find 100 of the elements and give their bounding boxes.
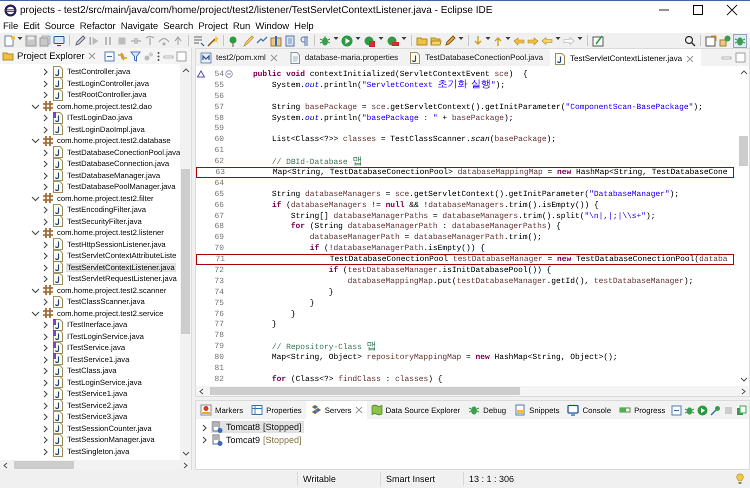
maximize-icon[interactable] (692, 4, 704, 16)
scroll-thumb[interactable] (181, 169, 190, 334)
menu-item[interactable]: File (3, 20, 18, 32)
run-external-icon[interactable] (386, 34, 399, 46)
eclipse-logo-icon (4, 4, 17, 16)
menu-item[interactable]: Source (44, 20, 75, 32)
chevron-down-icon[interactable] (31, 102, 40, 111)
list-icon[interactable] (193, 34, 205, 46)
java-class-icon (52, 272, 64, 285)
run-tools-icon[interactable] (363, 34, 376, 46)
java-class-icon (52, 88, 64, 101)
editor-tab[interactable]: database-maria.properties (284, 49, 406, 66)
chevron-down-icon[interactable] (31, 228, 40, 238)
editor-tab[interactable]: TestDatabaseConectionPool.java (405, 49, 550, 66)
play-icon[interactable] (341, 34, 353, 46)
java-interface-icon (52, 112, 64, 124)
play-icon[interactable] (697, 404, 708, 416)
chevron-down-icon[interactable] (31, 286, 40, 295)
chevron-right-icon[interactable] (200, 422, 209, 432)
menu-item[interactable]: Search (163, 20, 194, 32)
open-folder-icon[interactable] (430, 34, 442, 46)
java-file-icon (409, 52, 422, 64)
scroll-thumb[interactable] (210, 387, 520, 395)
status-field: 13 : 1 : 306 (463, 472, 546, 486)
kebab-menu-icon[interactable] (156, 50, 161, 62)
java-class-icon (52, 434, 64, 446)
menu-item[interactable]: Help (294, 20, 314, 32)
debug-perspective-icon[interactable] (733, 34, 747, 48)
map-icon (370, 404, 383, 416)
tip-icon[interactable] (736, 473, 744, 485)
server-icon (211, 434, 223, 446)
java-class-icon (52, 238, 64, 250)
chevron-right-icon[interactable] (41, 297, 50, 306)
java-interface-icon (52, 318, 64, 331)
pilcrow-icon[interactable] (298, 34, 310, 46)
scroll-up-icon[interactable] (738, 68, 748, 76)
collapse-all-icon[interactable] (671, 404, 682, 416)
open-perspective-icon[interactable] (705, 34, 717, 46)
package-icon[interactable] (270, 34, 282, 46)
chevron-down-icon[interactable] (31, 308, 40, 318)
java-class-icon (52, 204, 64, 216)
vertical-scrollbar[interactable] (180, 64, 191, 460)
java-class-icon (52, 399, 64, 412)
view-tab-label: Project Explorer (17, 50, 85, 62)
new-file-icon[interactable] (3, 34, 15, 46)
bug-icon (468, 404, 480, 416)
menu-item[interactable]: Edit (23, 20, 40, 32)
server-item[interactable]: Tomcat9 [Stopped] (211, 434, 304, 446)
menu-item[interactable]: Project (198, 20, 228, 32)
scroll-left-icon[interactable] (198, 386, 206, 396)
java-class-icon (52, 422, 64, 434)
menu-item[interactable]: Run (232, 20, 250, 32)
java-interface-icon (52, 353, 64, 366)
scroll-up-icon[interactable] (180, 66, 190, 74)
editor-tab[interactable]: test2/pom.xml (196, 49, 285, 66)
package-icon (42, 134, 54, 147)
java-class-icon (52, 410, 64, 423)
wand-icon[interactable] (207, 34, 219, 46)
filter-icon[interactable] (130, 50, 141, 62)
scroll-right-icon[interactable] (739, 386, 747, 396)
monitor-icon[interactable] (53, 34, 65, 46)
scroll-right-icon[interactable] (181, 460, 189, 470)
status-field: Writable (297, 472, 380, 486)
chevron-down-icon[interactable] (31, 194, 40, 203)
fold-minus-icon[interactable] (225, 70, 233, 78)
scroll-down-icon[interactable] (738, 376, 748, 384)
horizontal-scrollbar[interactable] (196, 386, 749, 396)
chevron-right-icon[interactable] (200, 435, 209, 444)
scroll-down-icon[interactable] (180, 450, 190, 458)
bug-icon[interactable] (684, 404, 696, 416)
java-class-icon (52, 146, 64, 158)
edit-window-icon[interactable] (592, 34, 604, 46)
document-icon[interactable] (284, 34, 296, 46)
package-icon (42, 100, 54, 112)
scroll-left-icon[interactable] (2, 460, 10, 470)
xml-file-icon (200, 52, 212, 64)
scroll-thumb[interactable] (14, 461, 74, 469)
search-icon[interactable] (684, 34, 696, 46)
chevron-down-icon[interactable] (31, 136, 40, 146)
console-icon (567, 404, 580, 416)
publish-icon[interactable] (736, 404, 748, 416)
java-ee-perspective-icon[interactable] (719, 34, 731, 46)
snippets-icon (514, 404, 526, 416)
status-field: Smart Insert (380, 472, 463, 486)
menu-item[interactable]: Refactor (80, 20, 116, 32)
java-class-icon (52, 261, 64, 274)
menu-item[interactable]: Navigate (120, 20, 158, 32)
horizontal-scrollbar[interactable] (0, 460, 191, 470)
close-icon[interactable] (726, 4, 738, 16)
java-class-icon (52, 445, 64, 458)
servers-icon (310, 404, 322, 416)
server-item[interactable]: Tomcat8 [Stopped] (211, 421, 304, 434)
collapse-all-icon[interactable] (104, 50, 115, 62)
markers-icon (200, 404, 212, 416)
editor-tab[interactable]: TestServletContextListener.java (550, 49, 702, 66)
package-icon (42, 307, 54, 320)
java-class-icon (52, 158, 64, 170)
scroll-thumb[interactable] (739, 136, 748, 166)
menu-item[interactable]: Window (255, 20, 290, 32)
forward-icon[interactable] (527, 34, 539, 46)
